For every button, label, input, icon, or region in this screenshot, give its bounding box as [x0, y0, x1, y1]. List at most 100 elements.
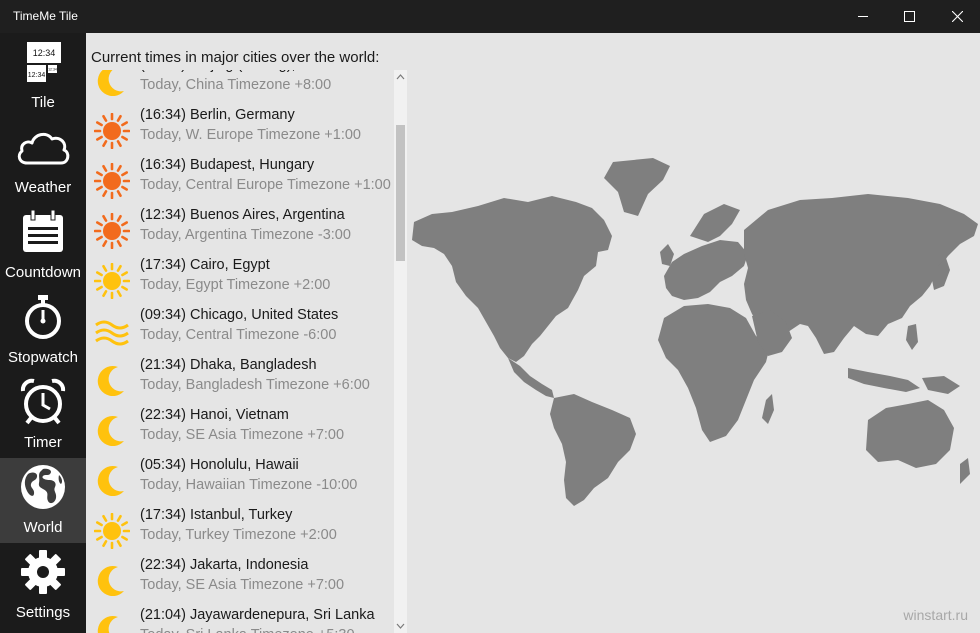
city-timezone: Today, SE Asia Timezone +7:00 — [140, 577, 345, 593]
city-timezone: Today, SE Asia Timezone +7:00 — [140, 427, 345, 443]
city-timezone: Today, Argentina Timezone -3:00 — [140, 227, 351, 243]
sidebar-item-stopwatch[interactable]: Stopwatch — [0, 288, 86, 373]
moon-icon — [94, 563, 130, 599]
haze-icon — [94, 313, 130, 349]
city-timezone: Today, Central Europe Timezone +1:00 — [140, 177, 391, 193]
map-philippines — [906, 324, 918, 350]
list-item[interactable]: (21:34) Dhaka, Bangladesh Today, Banglade… — [86, 355, 408, 405]
list-scrollbar[interactable] — [394, 70, 407, 633]
map-australia — [866, 400, 954, 468]
list-item[interactable]: (20:34) Beijing (Peking), China Today, Ch… — [86, 70, 408, 105]
list-item[interactable]: (09:34) Chicago, United States Today, Cen… — [86, 305, 408, 355]
scroll-down-button[interactable] — [394, 619, 407, 633]
window-title: TimeMe Tile — [13, 9, 78, 23]
sidebar-item-label: World — [23, 519, 63, 536]
watermark: winstart.ru — [903, 607, 968, 623]
sidebar-item-label: Timer — [24, 434, 62, 451]
alarm-clock-icon — [0, 377, 86, 427]
sun-icon — [93, 512, 131, 550]
sidebar-item-world[interactable]: World — [0, 458, 86, 543]
list-item[interactable]: (22:34) Hanoi, Vietnam Today, SE Asia Tim… — [86, 405, 408, 455]
city-timezone: Today, Sri Lanka Timezone +5:30 — [140, 627, 355, 633]
map-scandinavia — [690, 204, 740, 242]
sidebar-item-countdown[interactable]: Countdown — [0, 203, 86, 288]
maximize-button[interactable] — [886, 0, 932, 33]
sidebar-item-weather[interactable]: Weather — [0, 118, 86, 203]
tile-time-big: 12:34 — [33, 48, 56, 58]
sidebar-item-label: Weather — [14, 179, 72, 196]
sidebar-item-tile[interactable]: 12:34 12:34 12:34 Tile — [0, 33, 86, 118]
minimize-button[interactable] — [840, 0, 886, 33]
world-page: Current times in major cities over the w… — [86, 33, 980, 633]
city-name: (17:34) Cairo, Egypt — [140, 257, 270, 273]
calendar-icon — [0, 207, 86, 257]
globe-icon — [0, 462, 86, 512]
cloud-icon — [0, 122, 86, 172]
moon-icon — [94, 363, 130, 399]
sidebar: 12:34 12:34 12:34 Tile Weather Countdown… — [0, 33, 86, 633]
title-bar: TimeMe Tile — [0, 0, 980, 33]
map-africa — [658, 304, 770, 442]
chevron-up-icon — [396, 74, 405, 80]
sun-icon — [93, 162, 131, 200]
city-timezone: Today, Turkey Timezone +2:00 — [140, 527, 337, 543]
city-timezone: Today, Central Timezone -6:00 — [140, 327, 337, 343]
sidebar-item-label: Settings — [15, 604, 71, 621]
sidebar-item-label: Stopwatch — [7, 349, 79, 366]
list-item[interactable]: (05:34) Honolulu, Hawaii Today, Hawaiian … — [86, 455, 408, 505]
map-madagascar — [762, 394, 774, 424]
map-central-america — [508, 358, 554, 398]
city-name: (17:34) Istanbul, Turkey — [140, 507, 293, 523]
list-item[interactable]: (16:34) Berlin, Germany Today, W. Europe … — [86, 105, 408, 155]
city-name: (22:34) Hanoi, Vietnam — [140, 407, 289, 423]
map-greenland — [604, 158, 670, 216]
city-timezone: Today, Egypt Timezone +2:00 — [140, 277, 331, 293]
sidebar-item-timer[interactable]: Timer — [0, 373, 86, 458]
tile-time-small: 12:34 — [28, 72, 46, 79]
list-item[interactable]: (17:34) Istanbul, Turkey Today, Turkey Ti… — [86, 505, 408, 555]
city-name: (16:34) Berlin, Germany — [140, 107, 295, 123]
map-new-guinea — [922, 376, 960, 394]
map-new-zealand — [960, 458, 970, 484]
city-name: (22:34) Jakarta, Indonesia — [140, 557, 309, 573]
scroll-up-button[interactable] — [394, 70, 407, 84]
moon-icon — [94, 613, 130, 633]
city-name: (16:34) Budapest, Hungary — [140, 157, 315, 173]
gear-icon — [0, 547, 86, 597]
moon-icon — [94, 413, 130, 449]
close-button[interactable] — [934, 0, 980, 33]
list-item[interactable]: (21:04) Jayawardenepura, Sri Lanka Today,… — [86, 605, 408, 633]
sun-icon — [93, 212, 131, 250]
city-name: (21:04) Jayawardenepura, Sri Lanka — [140, 607, 375, 623]
city-name: (09:34) Chicago, United States — [140, 307, 339, 323]
list-item[interactable]: (16:34) Budapest, Hungary Today, Central … — [86, 155, 408, 205]
sidebar-item-label: Countdown — [5, 264, 81, 281]
scroll-thumb[interactable] — [396, 125, 405, 261]
moon-icon — [94, 463, 130, 499]
sun-icon — [93, 262, 131, 300]
list-item[interactable]: (22:34) Jakarta, Indonesia Today, SE Asia… — [86, 555, 408, 605]
tile-time-tiny: 12:34 — [48, 68, 57, 72]
city-timezone: Today, Bangladesh Timezone +6:00 — [140, 377, 370, 393]
city-name: (20:34) Beijing (Peking), China — [140, 70, 337, 73]
map-europe — [664, 240, 748, 300]
city-name: (21:34) Dhaka, Bangladesh — [140, 357, 317, 373]
sun-icon — [93, 112, 131, 150]
chevron-down-icon — [396, 623, 405, 629]
sidebar-item-settings[interactable]: Settings — [0, 543, 86, 628]
minimize-icon — [857, 16, 868, 17]
tile-icon: 12:34 12:34 12:34 — [0, 37, 86, 87]
city-timezone: Today, W. Europe Timezone +1:00 — [140, 127, 361, 143]
maximize-icon — [903, 11, 915, 22]
page-heading: Current times in major cities over the w… — [91, 49, 380, 66]
city-timezone: Today, China Timezone +8:00 — [140, 77, 332, 93]
map-indonesia — [848, 368, 920, 392]
map-north-america — [412, 196, 612, 362]
city-name: (05:34) Honolulu, Hawaii — [140, 457, 299, 473]
map-south-america — [550, 394, 636, 506]
world-map — [412, 158, 978, 506]
city-list[interactable]: (20:34) Beijing (Peking), China Today, Ch… — [86, 70, 408, 633]
city-timezone: Today, Hawaiian Timezone -10:00 — [140, 477, 358, 493]
list-item[interactable]: (12:34) Buenos Aires, Argentina Today, Ar… — [86, 205, 408, 255]
list-item[interactable]: (17:34) Cairo, Egypt Today, Egypt Timezon… — [86, 255, 408, 305]
